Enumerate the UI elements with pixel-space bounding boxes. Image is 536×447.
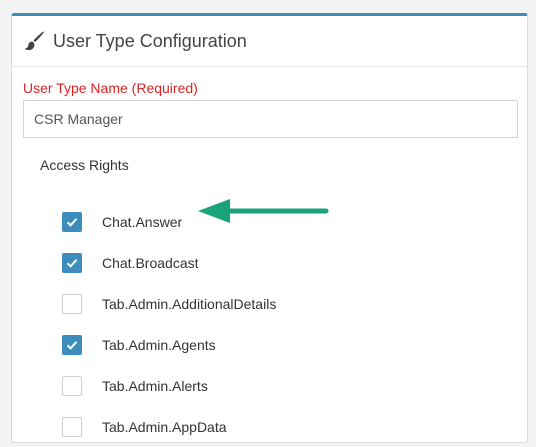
access-right-label: Tab.Admin.AppData <box>102 418 227 435</box>
access-right-item[interactable]: Tab.Admin.Agents <box>62 324 276 365</box>
access-right-checkbox[interactable] <box>62 416 82 437</box>
access-right-checkbox[interactable] <box>62 211 82 232</box>
access-right-label: Chat.Broadcast <box>102 254 199 271</box>
arrow-left-icon <box>198 199 329 223</box>
access-right-label: Tab.Admin.Agents <box>102 336 216 353</box>
paint-brush-icon <box>23 30 45 52</box>
access-right-item[interactable]: Chat.Broadcast <box>62 242 276 283</box>
user-type-name-label: User Type Name (Required) <box>23 80 198 96</box>
access-right-label: Tab.Admin.AdditionalDetails <box>102 295 277 312</box>
access-rights-list: Chat.Answer Chat.Broadcast Tab.Admin.Add… <box>62 201 276 447</box>
user-type-config-panel: User Type Configuration User Type Name (… <box>11 13 528 443</box>
panel-title: User Type Configuration <box>53 30 247 51</box>
access-right-checkbox[interactable] <box>62 293 82 314</box>
access-rights-label: Access Rights <box>40 157 129 173</box>
access-right-item[interactable]: Tab.Admin.AppData <box>62 406 276 447</box>
access-right-label: Chat.Answer <box>102 213 183 230</box>
access-right-checkbox[interactable] <box>62 334 82 355</box>
access-right-label: Tab.Admin.Alerts <box>102 377 208 394</box>
access-right-checkbox[interactable] <box>62 252 82 273</box>
access-right-checkbox[interactable] <box>62 375 82 396</box>
access-right-item[interactable]: Tab.Admin.AdditionalDetails <box>62 283 276 324</box>
access-right-item[interactable]: Tab.Admin.Alerts <box>62 365 276 406</box>
panel-header: User Type Configuration <box>12 16 527 67</box>
user-type-name-input[interactable] <box>23 100 518 138</box>
